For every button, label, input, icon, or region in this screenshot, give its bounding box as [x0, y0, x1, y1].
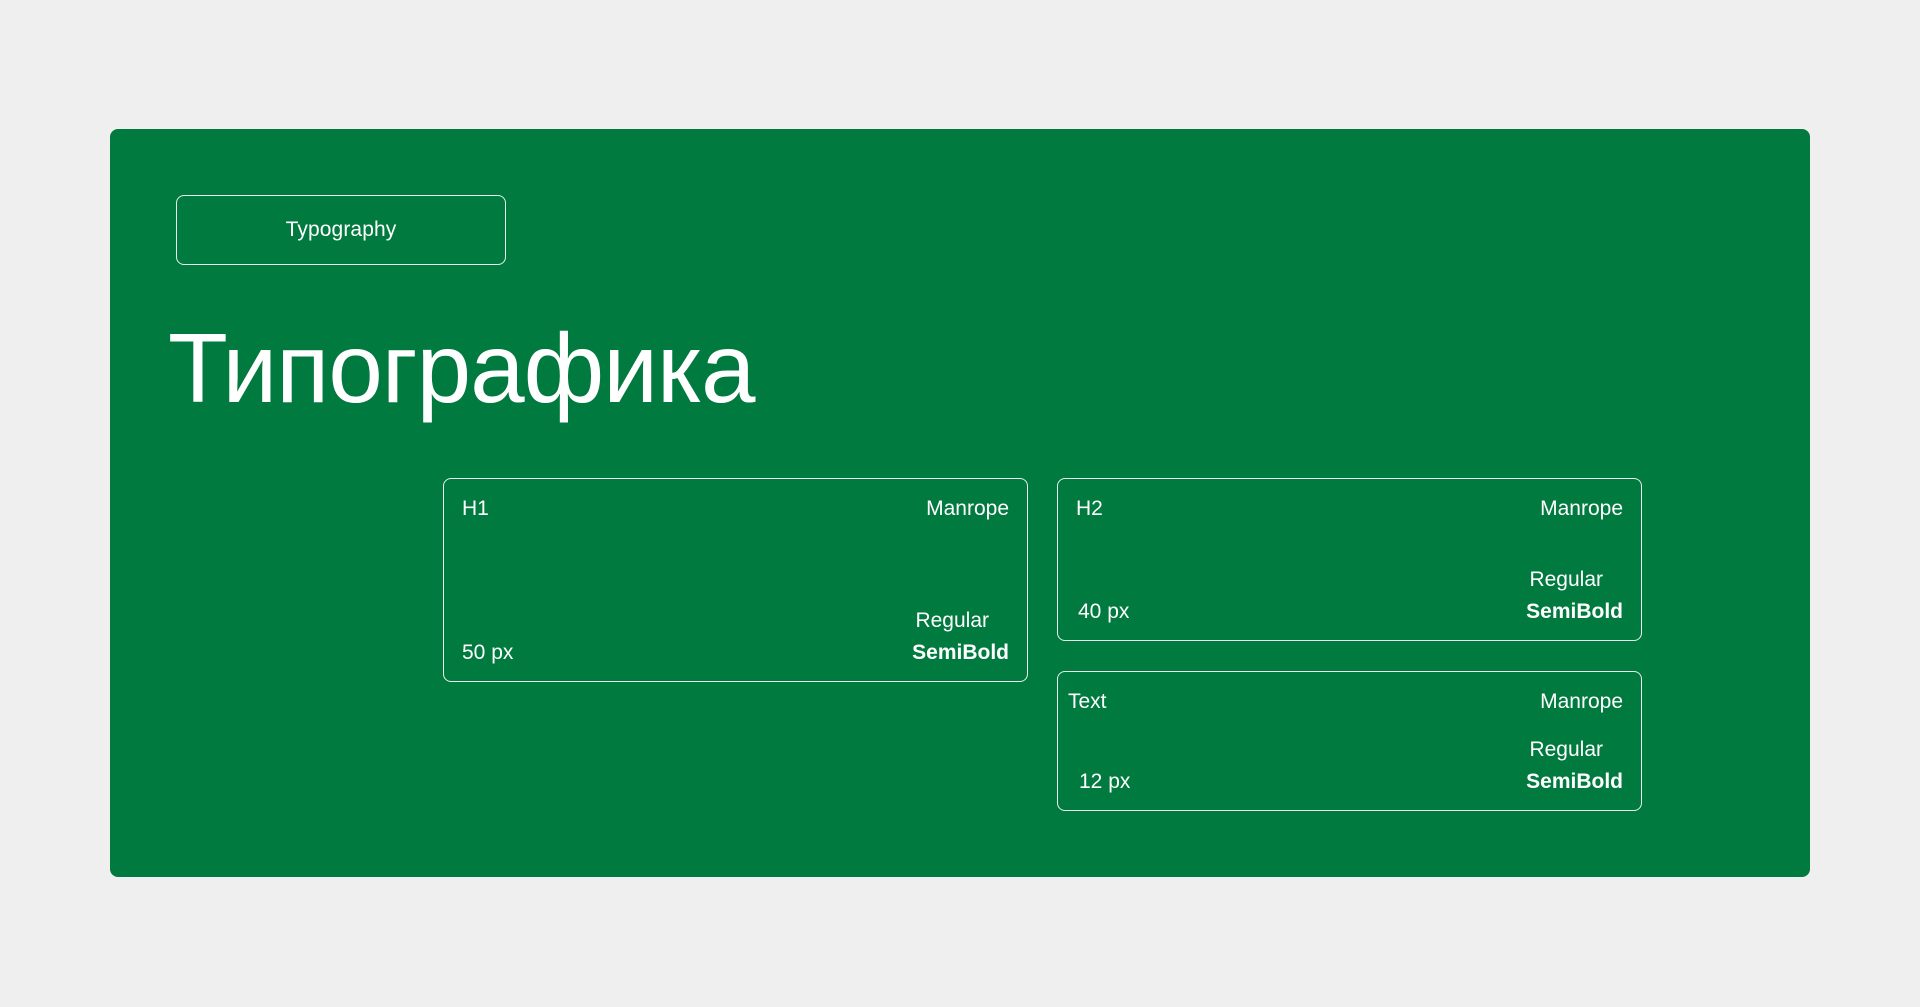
text-font-name: Manrope [1540, 690, 1623, 713]
page-title: Типографика [168, 313, 756, 423]
h1-font-size: 50 px [462, 641, 514, 664]
h2-font-name: Manrope [1540, 497, 1623, 520]
h1-style-name: H1 [462, 497, 489, 520]
h2-weight-regular: Regular [1529, 568, 1603, 591]
h1-weight-regular: Regular [915, 609, 989, 632]
text-font-size: 12 px [1079, 770, 1131, 793]
h1-font-name: Manrope [926, 497, 1009, 520]
text-weight-semibold: SemiBold [1526, 770, 1623, 793]
h1-style-card: H1 Manrope 50 px Regular SemiBold [443, 478, 1028, 682]
typography-tag-label: Typography [285, 218, 397, 241]
text-style-name: Text [1068, 690, 1107, 713]
text-style-card: Text Manrope 12 px Regular SemiBold [1057, 671, 1642, 811]
typography-panel: Typography Типографика H1 Manrope 50 px … [110, 129, 1810, 877]
h1-weight-semibold: SemiBold [912, 641, 1009, 664]
h2-style-card: H2 Manrope 40 px Regular SemiBold [1057, 478, 1642, 641]
h2-font-size: 40 px [1078, 600, 1130, 623]
h2-weight-semibold: SemiBold [1526, 600, 1623, 623]
text-weight-regular: Regular [1529, 738, 1603, 761]
h2-style-name: H2 [1076, 497, 1103, 520]
typography-tag: Typography [176, 195, 506, 265]
